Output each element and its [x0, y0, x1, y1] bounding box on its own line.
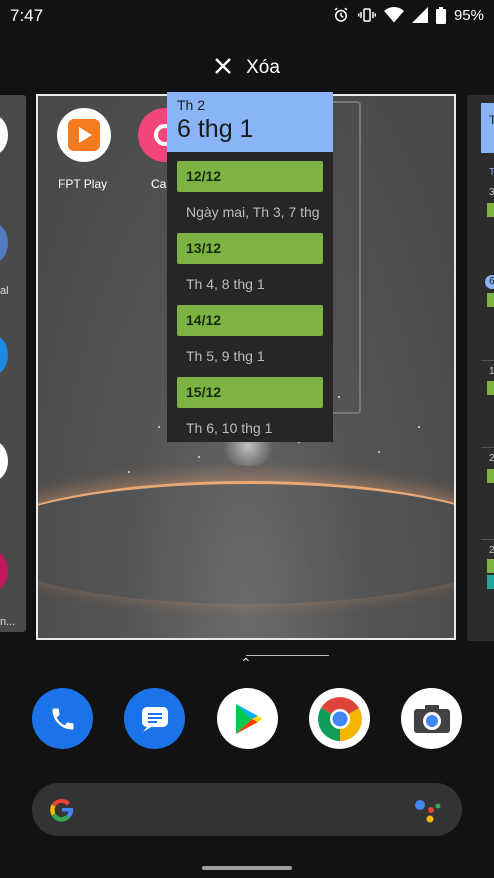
battery-percent: 95% — [453, 6, 484, 24]
calendar-event-date: Th 4, 8 thg 1 — [186, 276, 265, 292]
app-icon-peek — [0, 441, 8, 481]
calendar-header[interactable]: Th 2 6 thg 1 — [167, 92, 333, 152]
divider — [481, 360, 494, 361]
star — [128, 471, 130, 473]
google-g-icon[interactable] — [46, 794, 78, 831]
peek-text: 1 — [489, 366, 494, 377]
recent-card-right[interactable]: T T 3 6 1 2 2 — [467, 95, 494, 641]
google-search-bar[interactable] — [32, 783, 462, 836]
planet-horizon — [38, 481, 454, 604]
alarm-icon — [332, 6, 350, 24]
peek-text: 2 — [489, 453, 494, 464]
play-store-icon[interactable] — [217, 688, 278, 749]
app-icon-peek — [0, 335, 8, 375]
status-bar: 7:47 95% — [0, 0, 494, 32]
calendar-widget[interactable]: Th 2 6 thg 1 12/12 Ngày mai, Th 3, 7 thg… — [167, 92, 333, 442]
event-chip-peek — [487, 293, 494, 307]
calendar-date: 6 thg 1 — [177, 115, 254, 143]
event-chip-peek — [487, 203, 494, 217]
calendar-event[interactable]: 15/12 — [177, 377, 323, 408]
peek-text: 3 — [489, 187, 494, 198]
status-icons: 95% — [332, 6, 484, 24]
app-icon-peek — [0, 223, 8, 263]
fpt-play-icon[interactable] — [57, 108, 111, 162]
divider — [481, 539, 494, 540]
chevron-up-icon[interactable]: ⌃ — [240, 655, 252, 672]
app-label-peek: n... — [0, 616, 16, 628]
recent-card-left[interactable]: al n... — [0, 95, 26, 632]
calendar-event-date: Ngày mai, Th 3, 7 thg — [186, 204, 320, 220]
calendar-event-date: Th 6, 10 thg 1 — [186, 420, 273, 436]
star — [158, 426, 160, 428]
peek-text: T — [489, 113, 494, 127]
clear-all-label: Xóa — [246, 57, 280, 78]
event-chip-peek — [487, 469, 494, 483]
messages-icon[interactable] — [124, 688, 185, 749]
calendar-event[interactable]: 13/12 — [177, 233, 323, 264]
event-chip-peek — [487, 575, 494, 589]
clear-all-button[interactable]: Xóa — [0, 54, 494, 82]
star — [418, 426, 420, 428]
app-label-peek: al — [0, 285, 9, 297]
swipe-handle[interactable] — [246, 655, 329, 656]
star — [198, 456, 200, 458]
wifi-icon — [383, 7, 404, 23]
assistant-icon[interactable] — [412, 796, 442, 824]
event-chip-peek — [487, 381, 494, 395]
event-chip-peek — [487, 559, 494, 573]
app-icon-peek — [0, 115, 8, 155]
close-icon — [214, 57, 232, 80]
app-label: FPT Play — [58, 177, 108, 191]
calendar-day-of-week: Th 2 — [177, 97, 206, 113]
app-icon-peek — [0, 551, 8, 591]
calendar-header-peek — [481, 103, 494, 153]
gesture-nav-pill[interactable] — [202, 866, 292, 870]
peek-text: 2 — [489, 545, 494, 556]
calendar-event-list: 12/12 Ngày mai, Th 3, 7 thg 13/12 Th 4, … — [167, 152, 333, 442]
calendar-event[interactable]: 14/12 — [177, 305, 323, 336]
camera-icon[interactable] — [401, 688, 462, 749]
calendar-event-date: Th 5, 9 thg 1 — [186, 348, 265, 364]
status-time: 7:47 — [10, 6, 44, 25]
peek-text: 6 — [489, 276, 494, 287]
star — [378, 451, 380, 453]
calendar-event[interactable]: 12/12 — [177, 161, 323, 192]
peek-text: T — [489, 167, 494, 178]
signal-icon — [411, 7, 428, 23]
vibrate-icon — [357, 6, 376, 24]
divider — [481, 447, 494, 448]
phone-icon[interactable] — [32, 688, 93, 749]
chrome-icon[interactable] — [309, 688, 370, 749]
battery-icon — [435, 6, 446, 24]
